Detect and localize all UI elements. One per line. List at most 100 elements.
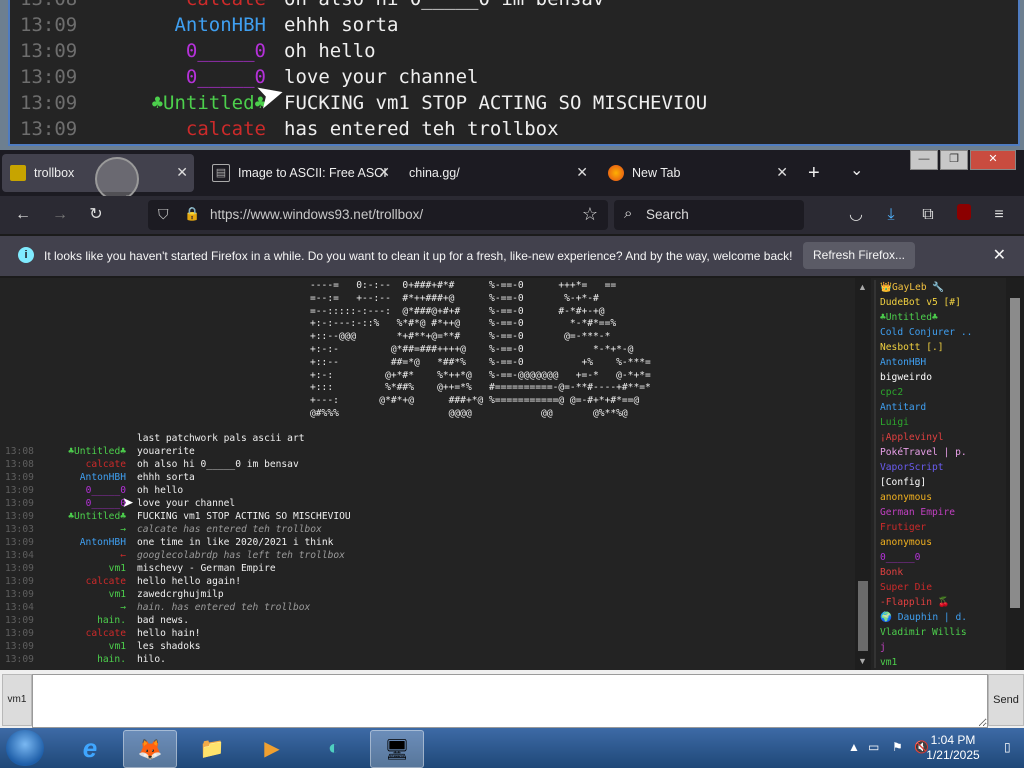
user-list-item[interactable]: AntonHBH [876, 355, 1006, 370]
user-list-item[interactable]: -Flapplin 🍒 [876, 595, 1006, 610]
nickname[interactable]: → [120, 601, 126, 614]
chat-log[interactable]: ----= 0:-:-- 0+###+#*# %-==-0 +++*= == =… [0, 278, 854, 670]
user-list-item[interactable]: Frutiger [876, 520, 1006, 535]
show-hidden-icons-icon[interactable]: ▲ [848, 740, 860, 754]
scroll-thumb[interactable] [1010, 298, 1020, 608]
send-button[interactable]: Send [988, 674, 1024, 726]
close-notification-icon[interactable]: ✕ [993, 245, 1006, 265]
remote-desktop-icon[interactable]: 🖥 [370, 730, 424, 768]
tab-china-gg[interactable]: china.gg/ ✕ [400, 154, 594, 192]
user-list-scrollbar[interactable] [1006, 278, 1024, 670]
tab-new-tab[interactable]: New Tab ✕ [600, 154, 794, 192]
user-list-item[interactable]: German Empire [876, 505, 1006, 520]
user-list-item[interactable]: ♣Untitled♣ [876, 310, 1006, 325]
user-list-item[interactable]: anonymous [876, 490, 1006, 505]
network-icon[interactable]: ▭ [868, 740, 879, 754]
nickname-button[interactable]: vm1 [2, 674, 32, 726]
nickname[interactable]: AntonHBH [174, 12, 266, 38]
new-tab-button[interactable]: + [808, 162, 820, 185]
scroll-down-icon[interactable]: ▼ [858, 656, 867, 666]
search-input[interactable]: ⌕ Search [614, 200, 804, 230]
nickname[interactable]: ♣Untitled♣ [68, 445, 126, 458]
tab-list-button[interactable]: ⌄ [850, 160, 863, 180]
bookmark-star-icon[interactable]: ☆ [582, 204, 598, 225]
user-list-item[interactable]: [Config] [876, 475, 1006, 490]
back-button[interactable]: ← [12, 204, 34, 226]
nickname[interactable]: 0_____0 [186, 38, 266, 64]
close-tab-icon[interactable]: ✕ [776, 164, 788, 181]
user-list-item[interactable]: Antitard [876, 400, 1006, 415]
user-list-item[interactable]: vm1 [876, 655, 1006, 668]
reload-button[interactable]: ↻ [85, 204, 107, 226]
user-list-item[interactable]: 🌍 Dauphin | d. [876, 610, 1006, 625]
nickname[interactable]: → [120, 523, 126, 536]
user-list-item[interactable]: anonymous [876, 535, 1006, 550]
message-input[interactable] [32, 674, 988, 728]
nickname[interactable]: AntonHBH [80, 536, 126, 549]
user-list-item[interactable]: Cold Conjurer .. [876, 325, 1006, 340]
internet-explorer-icon[interactable]: e [64, 730, 116, 766]
nickname[interactable]: vm1 [109, 640, 126, 653]
nickname[interactable]: calcate [186, 116, 266, 142]
close-tab-icon[interactable]: ✕ [576, 164, 588, 181]
nickname[interactable]: 0_____0 [86, 497, 126, 510]
user-list-item[interactable]: Bonk [876, 565, 1006, 580]
menu-icon[interactable]: ≡ [988, 204, 1010, 226]
pocket-icon[interactable]: ◡ [845, 204, 867, 226]
firefox-icon[interactable]: 🦊 [123, 730, 177, 768]
maximize-button[interactable]: ❐ [940, 150, 968, 170]
nickname[interactable]: hain. [97, 653, 126, 666]
app-icon[interactable]: ◐ [308, 730, 360, 766]
nickname[interactable]: vm1 [109, 588, 126, 601]
chat-scrollbar[interactable]: ▲ ▼ [855, 278, 871, 670]
tab-image-to-ascii[interactable]: ▤ Image to ASCII: Free ASCI ✕ [204, 154, 396, 192]
nickname[interactable]: calcate [186, 0, 266, 12]
action-center-flag-icon[interactable]: ⚑ [892, 740, 903, 754]
nickname[interactable]: ♣Untitled♣ [152, 90, 266, 116]
message-text: love your channel [284, 66, 479, 88]
chat-message: 13:09 hain. hilo. [0, 653, 854, 666]
minimize-button[interactable]: — [910, 150, 938, 170]
user-list-item[interactable]: bigweirdo [876, 370, 1006, 385]
refresh-firefox-button[interactable]: Refresh Firefox... [803, 242, 915, 269]
user-list-item[interactable]: cpc2 [876, 385, 1006, 400]
close-tab-icon[interactable]: ✕ [176, 164, 188, 181]
nickname[interactable]: vm1 [109, 562, 126, 575]
nickname[interactable]: calcate [86, 458, 126, 471]
clock[interactable]: 1:04 PM 1/21/2025 [918, 733, 988, 763]
user-list-item[interactable]: ¡Applevinyl [876, 430, 1006, 445]
user-list-item[interactable]: j [876, 640, 1006, 655]
scroll-thumb[interactable] [858, 581, 868, 651]
user-list-item[interactable]: 0_____0 [876, 550, 1006, 565]
user-list-item[interactable]: PokéTravel | p. [876, 445, 1006, 460]
forward-button[interactable]: → [49, 204, 71, 226]
lock-icon[interactable]: 🔒 [184, 206, 200, 222]
shield-icon[interactable]: ⛉ [158, 206, 169, 223]
downloads-icon[interactable]: ⤓ [880, 204, 902, 226]
nickname[interactable]: hain. [97, 614, 126, 627]
url-bar[interactable]: ⛉ 🔒 https://www.windows93.net/trollbox/ … [148, 200, 608, 230]
ublock-icon[interactable] [953, 204, 975, 226]
user-list-item[interactable]: Luigi [876, 415, 1006, 430]
media-player-icon[interactable]: ▶ [246, 730, 298, 766]
notifications-icon[interactable]: ▯ [1004, 740, 1011, 754]
user-list-item[interactable]: Nesbott [.] [876, 340, 1006, 355]
user-list-item[interactable]: VaporScript [876, 460, 1006, 475]
user-list-item[interactable]: 👑GayLeb 🔧 [876, 280, 1006, 295]
nickname[interactable]: 0_____0 [86, 484, 126, 497]
close-window-button[interactable]: ✕ [970, 150, 1016, 170]
nickname[interactable]: ← [120, 549, 126, 562]
nickname[interactable]: AntonHBH [80, 471, 126, 484]
user-list-item[interactable]: DudeBot v5 [#] [876, 295, 1006, 310]
start-button[interactable] [6, 730, 44, 766]
user-list-item[interactable]: Vladimir Willis [876, 625, 1006, 640]
nickname[interactable]: calcate [86, 627, 126, 640]
scroll-up-icon[interactable]: ▲ [858, 282, 867, 292]
user-list-item[interactable]: Super Die [876, 580, 1006, 595]
close-tab-icon[interactable]: ✕ [378, 164, 390, 181]
url-text[interactable]: https://www.windows93.net/trollbox/ [210, 207, 423, 222]
extensions-icon[interactable]: ⧉ [917, 204, 939, 226]
nickname[interactable]: ♣Untitled♣ [68, 510, 126, 523]
nickname[interactable]: calcate [86, 575, 126, 588]
file-explorer-icon[interactable]: 📁 [186, 730, 238, 766]
